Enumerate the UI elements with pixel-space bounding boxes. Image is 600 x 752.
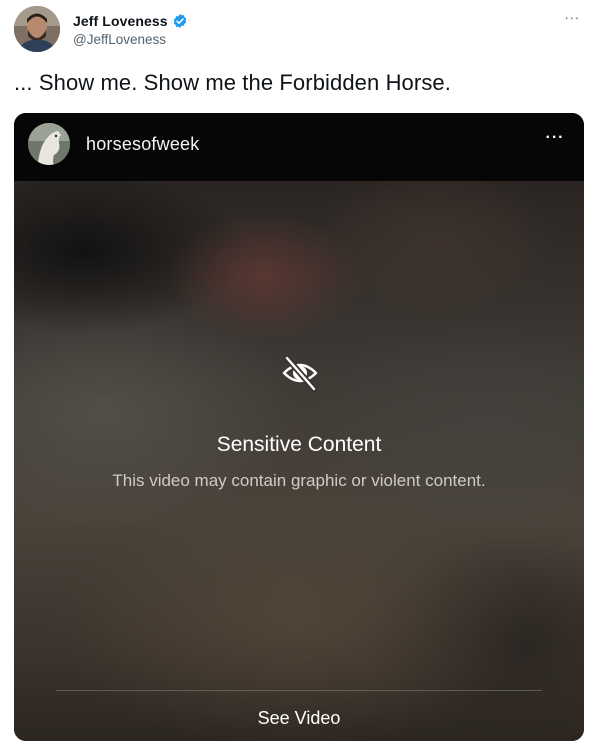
eye-slash-icon xyxy=(278,351,322,395)
verified-badge-icon xyxy=(172,13,188,29)
tweet-page: Jeff Loveness @JeffLoveness ··· ... Show… xyxy=(0,0,600,752)
embedded-post-header: horsesofweek ··· xyxy=(14,113,584,181)
blurred-video-preview xyxy=(14,181,584,741)
embedded-post-card: horsesofweek ··· Sensitive Content This … xyxy=(14,113,584,741)
post-author-avatar[interactable] xyxy=(28,123,70,165)
author-name-row: Jeff Loveness xyxy=(73,11,188,31)
tweet-text: ... Show me. Show me the Forbidden Horse… xyxy=(14,70,451,95)
author-name[interactable]: Jeff Loveness xyxy=(73,13,168,29)
sensitive-content-title: Sensitive Content xyxy=(216,433,382,456)
tweet-header: Jeff Loveness @JeffLoveness ··· xyxy=(14,6,586,58)
sensitive-content-description: This video may contain graphic or violen… xyxy=(112,471,486,490)
divider xyxy=(56,690,542,691)
author-avatar[interactable] xyxy=(14,6,60,52)
post-more-options-icon[interactable]: ··· xyxy=(542,130,568,151)
see-video-button[interactable]: See Video xyxy=(199,701,399,735)
author-handle[interactable]: @JeffLoveness xyxy=(73,32,188,47)
author-info: Jeff Loveness @JeffLoveness xyxy=(73,11,188,47)
tweet-more-options-icon[interactable]: ··· xyxy=(558,10,586,30)
post-username[interactable]: horsesofweek xyxy=(86,134,199,155)
